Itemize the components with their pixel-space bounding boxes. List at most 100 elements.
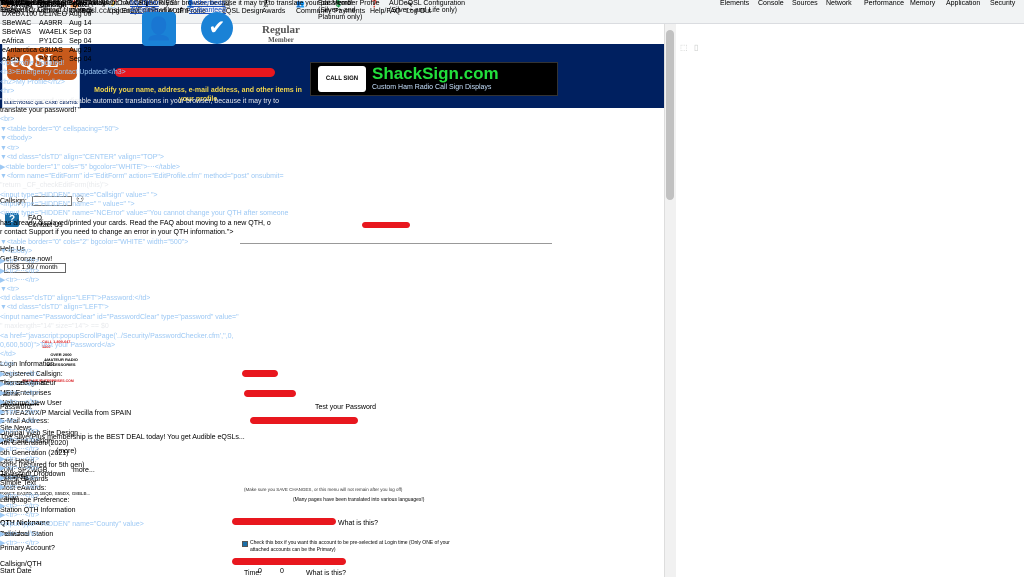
table-cell: Aug 14 [69, 20, 92, 27]
table-row: eAntarctica G3UAS Aug 29 [2, 47, 91, 54]
dom-node-line[interactable]: ▼<table border="0" cellspacing="50"> [0, 126, 119, 133]
dom-node-line[interactable]: <input name="PasswordClear" id="Password… [0, 314, 239, 321]
dom-node-line[interactable]: ▶<tr>⋯</tr> [0, 492, 39, 500]
dom-node-line[interactable]: has already displayed/printed your cards… [0, 220, 271, 227]
dom-node-line[interactable]: <h2>My Profile</h2> [0, 79, 65, 86]
table-cell: AA9RR [39, 20, 63, 27]
dom-node-line[interactable]: <input type="HIDDEN" name="Callsign" val… [0, 192, 158, 199]
qth-what-is-this-link[interactable]: What is this? [338, 520, 378, 527]
dom-node-line[interactable]: ▶<tr>⋯</tr> [0, 530, 39, 538]
devtools-tab-console[interactable]: Console [758, 0, 784, 7]
dom-node-line[interactable]: </p>Profile Updated! [0, 60, 64, 67]
dom-node-line[interactable]: ▶<tr>⋯</tr> [0, 511, 39, 519]
dom-node-line[interactable]: ▼<form name="EditForm" id="EditForm" act… [0, 173, 284, 180]
profile-card-label: Edit Member Profile (Silver+ and Platinu… [318, 0, 380, 21]
dom-node-line[interactable]: ▶<tr>⋯</tr> [0, 276, 39, 284]
member-sub: Member [268, 36, 294, 44]
profile-card[interactable]: Edit Member Profile (Silver+ and Platinu… [315, 0, 385, 21]
dom-node-line[interactable]: <h3>Emergency Contact Updated!</h3> [0, 69, 126, 76]
dom-node-line[interactable]: ▶<tr>⋯</tr> [0, 464, 39, 472]
ad-subtitle: Custom Ham Radio Call Sign Displays [372, 84, 492, 91]
dom-node-line[interactable]: <input type="HIDDEN" name="NCError" valu… [0, 210, 288, 217]
dom-node-line[interactable]: ▶<tr>⋯</tr> [0, 370, 39, 378]
dom-node-line[interactable]: ▶<tr>⋯</tr> [0, 455, 39, 463]
dom-node-line[interactable]: r contact Support if you need to change … [0, 229, 233, 236]
dom-node-line[interactable]: <input type="HIDDEN" name=" " value=" "> [0, 201, 135, 208]
dom-node-line[interactable]: ▶<tr>⋯</tr> [0, 257, 39, 265]
dom-node-line[interactable]: ▶<tr>⋯</tr> [0, 408, 39, 416]
dom-node-line[interactable]: </tr> [0, 361, 14, 368]
dom-node-line[interactable]: ▶<tr>⋯</tr> [0, 427, 39, 435]
table-cell: Aug 29 [69, 47, 92, 54]
dom-node-line[interactable]: ▶<tr>⋯</tr> [0, 417, 39, 425]
table-cell: G3UAS [39, 47, 63, 54]
table-cell[interactable]: SBeWAC [2, 20, 37, 27]
dom-node-line[interactable]: ▶<tr>⋯</tr> [0, 267, 39, 275]
dom-node-line[interactable]: ▶<tr>⋯</tr> [0, 483, 39, 491]
table-cell: WA4ELK [39, 29, 68, 36]
page-scroll-thumb[interactable] [666, 30, 674, 200]
redaction-mark [232, 518, 336, 525]
devtools-tab-memory[interactable]: Memory [910, 0, 935, 7]
table-cell: Sep 04 [69, 38, 92, 45]
dom-node-line[interactable]: ▶<table border="1" cols="5" bgcolor="WHI… [0, 163, 180, 171]
badge-check-icon: ✔ [201, 12, 233, 44]
dom-node-line[interactable]: ▼<tr> [0, 286, 19, 293]
dom-node-line[interactable]: ▼<table border="0" cols="2" bgcolor="WHI… [0, 239, 188, 246]
devtools-tab-application[interactable]: Application [946, 0, 980, 7]
regular-member-icon: Regular Member [252, 24, 310, 44]
dom-node-line[interactable]: ▼<tbody> [0, 135, 32, 142]
dom-node-line[interactable]: ▶<tr>⋯</tr> [0, 539, 39, 547]
dom-node-line[interactable]: ▶<tr>⋯</tr> [0, 474, 39, 482]
dom-node-line[interactable]: 0,600,500)">Test your Password</a> [0, 342, 115, 349]
devtools-tab-performance[interactable]: Performance [864, 0, 904, 7]
menu-note: (Make sure you SAVE CHANGES, or this men… [244, 487, 403, 492]
dom-node-line[interactable]: ▶<tr>⋯</tr> [0, 380, 39, 388]
time-minute-select[interactable]: 0 [280, 568, 298, 575]
dom-node-line[interactable]: translate your password! " [0, 107, 81, 114]
language-note: (Many pages have been translated into va… [293, 497, 425, 503]
dom-node-line[interactable]: ▶<tr>⋯</tr> [0, 398, 39, 406]
redaction-mark [242, 370, 278, 377]
dom-node-line[interactable]: " We recommend you disable automatic tra… [0, 98, 279, 105]
user-account-icon: 👤 [142, 12, 176, 46]
dom-node-line[interactable]: </td> [0, 351, 16, 358]
dom-node-line[interactable]: <br> [0, 116, 14, 123]
dom-node-line[interactable]: ▶<tr>⋯</tr> [0, 436, 39, 444]
devtools-tab-network[interactable]: Network [826, 0, 852, 7]
dom-node-line[interactable]: <td class="clsTD" align="LEFT">Password:… [0, 295, 150, 302]
dom-node-line[interactable]: <hr> [0, 88, 14, 95]
time-hour-select[interactable]: 0 [258, 568, 276, 575]
divider [240, 243, 552, 244]
primary-account-checkbox[interactable] [242, 541, 248, 547]
table-cell: Sep 03 [69, 29, 92, 36]
devtools-tab-security[interactable]: Security [990, 0, 1015, 7]
inspect-icon[interactable]: ⬚ [680, 43, 688, 52]
dom-node-line[interactable]: " maxlength="14" size="14"> == $0 [0, 323, 109, 330]
toolbar-label: Awards [262, 8, 286, 15]
profile-card[interactable]: AUDeQSL Configuration (Silver+ and Life … [386, 0, 470, 14]
emergency-updated-text: Emergency Contact Updated! [0, 7, 92, 14]
dom-node-line[interactable]: <input type="HIDDEN" name="County" value… [0, 521, 144, 528]
dom-node-line[interactable]: ▼<td class="clsTD" align="LEFT"> [0, 304, 109, 311]
profile-card[interactable]: 👤 My Other Accounts [130, 0, 188, 46]
dom-node-line[interactable]: <a href="javascript:popupScrollPage('../… [0, 333, 234, 340]
redaction-mark [250, 417, 358, 424]
table-cell[interactable]: eAfrica [2, 38, 37, 45]
dom-node-line[interactable]: ▶<tr>⋯</tr> [0, 389, 39, 397]
dom-node-line[interactable]: ▼<tr> [0, 145, 19, 152]
profile-card[interactable]: ✔ Authenticity Guaranteed [189, 0, 247, 44]
dom-node-line[interactable]: ▼<td class="clsTD" align="CENTER" valign… [0, 154, 164, 161]
table-cell[interactable]: SBeWAS [2, 29, 37, 36]
dom-node-line[interactable]: ▼<tbody> [0, 248, 32, 255]
device-toolbar-icon[interactable]: ▯ [694, 43, 698, 52]
devtools-tab-elements[interactable]: Elements [720, 0, 749, 7]
table-cell[interactable]: eAntarctica [2, 47, 37, 54]
dom-node-line[interactable]: ▶<tr>⋯</tr> [0, 445, 39, 453]
devtools-tab-sources[interactable]: Sources [792, 0, 818, 7]
dom-node-line[interactable]: "return _CF_checkEditForm(this)"> [0, 182, 109, 189]
test-password-link[interactable]: Test your Password [315, 404, 376, 411]
ad-title: ShackSign.com [372, 64, 499, 83]
dom-node-line[interactable]: ▶<tr>⋯</tr> [0, 502, 39, 510]
start-what-is-this-link[interactable]: What is this? [306, 570, 346, 577]
